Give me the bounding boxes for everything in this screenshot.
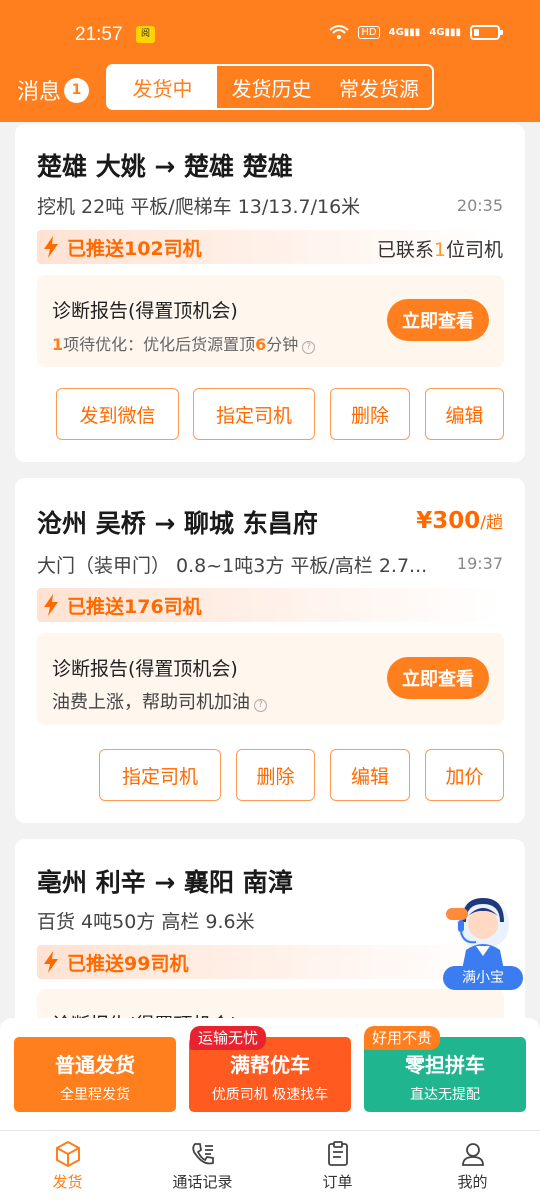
push-count: 已推送99司机 <box>67 952 189 975</box>
premium-ribbon: 运输无忧 <box>190 1026 267 1050</box>
view-report-button[interactable]: 立即查看 <box>387 657 489 699</box>
diagnosis-detail: 油费上涨，帮助司机加油? <box>52 688 267 714</box>
push-status: 已推送99司机 <box>37 945 502 979</box>
raise-price-button[interactable]: 加价 <box>425 749 504 801</box>
hd-icon: HD <box>358 25 380 39</box>
edit-button[interactable]: 编辑 <box>425 388 504 440</box>
diagnosis-detail: 1项待优化：优化后货源置顶6分钟? <box>52 331 316 355</box>
tab-frequent[interactable]: 常发货源 <box>326 66 432 108</box>
user-icon <box>461 1143 484 1166</box>
route-title: 亳州 利辛 → 襄阳 南漳 <box>37 868 293 897</box>
app-header: 21:57 阅 HD 4G▮▮▮ 4G▮▮▮ 消息 1 发货中 发货历史 常发货… <box>0 0 540 122</box>
nav-orders[interactable]: 订单 <box>270 1131 405 1200</box>
push-count: 已推送102司机 <box>67 237 202 260</box>
ltl-ribbon: 好用不贵 <box>364 1026 441 1050</box>
battery-icon <box>470 24 503 40</box>
cargo-description: 百货 4吨50方 高栏 9.6米 <box>37 911 255 933</box>
status-bar: 21:57 阅 HD 4G▮▮▮ 4G▮▮▮ <box>0 0 540 72</box>
contacted-drivers[interactable]: 已联系1位司机 <box>377 235 503 262</box>
nav-call-log-label: 通话记录 <box>172 1173 233 1191</box>
notification-icon: 阅 <box>136 26 155 43</box>
nav-profile[interactable]: 我的 <box>405 1131 540 1200</box>
premium-truck-title: 满帮优车 <box>230 1053 310 1077</box>
lightning-icon <box>44 594 58 616</box>
nav-call-log[interactable]: 通话记录 <box>135 1131 270 1200</box>
ltl-title: 零担拼车 <box>405 1053 485 1077</box>
lightning-icon <box>44 236 58 258</box>
wifi-icon <box>329 25 350 39</box>
nav-ship-label: 发货 <box>52 1173 83 1191</box>
normal-shipping-title: 普通发货 <box>55 1053 135 1077</box>
route-title: 楚雄 大姚 → 楚雄 楚雄 <box>37 152 293 181</box>
nav-orders-label: 订单 <box>322 1173 353 1191</box>
diagnosis-title: 诊断报告(得置顶机会) <box>52 300 238 322</box>
diagnosis-report: 诊断报告(得置顶机会) 油费上涨，帮助司机加油? 立即查看 <box>37 633 504 725</box>
post-time: 19:37 <box>456 554 503 573</box>
delete-button[interactable]: 删除 <box>330 388 410 440</box>
order-icon <box>327 1141 348 1166</box>
assign-driver-button[interactable]: 指定司机 <box>99 749 221 801</box>
tab-bar: 发货中 发货历史 常发货源 <box>106 64 434 110</box>
box-icon <box>55 1140 80 1168</box>
diagnosis-report: 诊断报告(得置顶机会) 1项待优化：优化后货源置顶6分钟? 立即查看 <box>37 275 504 367</box>
delete-button[interactable]: 删除 <box>236 749 315 801</box>
messages-count-badge: 1 <box>64 77 90 103</box>
tab-shipping[interactable]: 发货中 <box>108 66 218 108</box>
ltl-sub: 直达无提配 <box>410 1087 480 1103</box>
diagnosis-title: 诊断报告(得置顶机会) <box>52 658 238 680</box>
nav-profile-label: 我的 <box>457 1173 488 1191</box>
view-report-button[interactable]: 立即查看 <box>387 299 489 341</box>
assistant-avatar-icon <box>446 898 509 970</box>
assistant-label: 满小宝 <box>443 966 523 990</box>
phone-log-icon <box>191 1143 214 1165</box>
assistant-button[interactable]: 满小宝 <box>440 886 526 990</box>
push-status: 已推送176司机 <box>37 588 502 622</box>
signal-icon: 4G▮▮▮ <box>388 26 421 38</box>
assign-driver-button[interactable]: 指定司机 <box>193 388 315 440</box>
lightning-icon <box>44 951 58 973</box>
price: ¥300/趟 <box>416 508 503 534</box>
nav-ship[interactable]: 发货 <box>0 1131 135 1200</box>
help-icon[interactable]: ? <box>302 341 316 354</box>
shipment-card[interactable]: 沧州 吴桥 → 聊城 东昌府 ¥300/趟 大门（装甲门） 0.8~1吨3方 平… <box>15 478 525 823</box>
push-count: 已推送176司机 <box>67 595 202 618</box>
bottom-nav: 发货 通话记录 订单 我的 <box>0 1130 540 1200</box>
post-time: 20:35 <box>456 196 503 215</box>
shipment-card[interactable]: 楚雄 大姚 → 楚雄 楚雄 挖机 22吨 平板/爬梯车 13/13.7/16米 … <box>15 124 525 462</box>
share-wechat-button[interactable]: 发到微信 <box>56 388 179 440</box>
cargo-description: 挖机 22吨 平板/爬梯车 13/13.7/16米 <box>37 196 361 218</box>
cargo-description: 大门（装甲门） 0.8~1吨3方 平板/高栏 2.7... <box>37 555 428 577</box>
messages-label: 消息 <box>17 80 62 105</box>
normal-shipping-sub: 全里程发货 <box>60 1087 130 1103</box>
normal-shipping-button[interactable]: 普通发货 全里程发货 <box>14 1037 176 1112</box>
messages-button[interactable]: 消息 1 <box>17 74 90 106</box>
signal-icon-2: 4G▮▮▮ <box>429 26 461 38</box>
edit-button[interactable]: 编辑 <box>330 749 410 801</box>
premium-truck-sub: 优质司机 极速找车 <box>211 1087 329 1103</box>
route-title: 沧州 吴桥 → 聊城 东昌府 <box>37 509 318 538</box>
status-icons: HD 4G▮▮▮ 4G▮▮▮ <box>329 24 503 40</box>
tab-history[interactable]: 发货历史 <box>218 66 326 108</box>
help-icon[interactable]: ? <box>254 699 267 712</box>
status-time: 21:57 <box>75 24 123 45</box>
